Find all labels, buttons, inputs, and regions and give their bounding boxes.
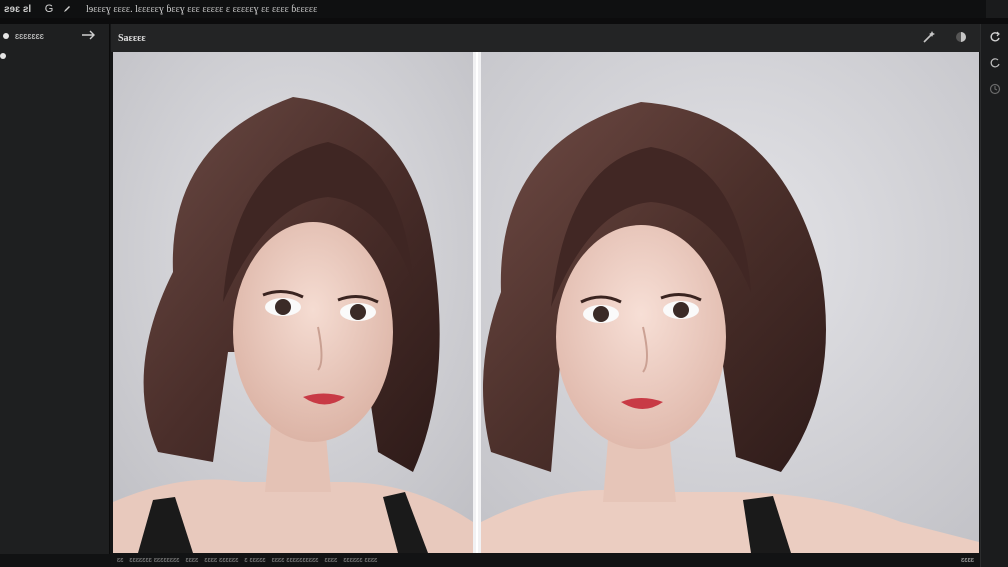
compare-divider-handle[interactable] — [473, 52, 481, 553]
refresh-icon[interactable] — [981, 24, 1008, 50]
clock-icon[interactable] — [981, 76, 1008, 102]
cycle-icon[interactable] — [981, 50, 1008, 76]
menu-icon[interactable]: G — [40, 3, 58, 15]
right-panel — [980, 24, 1008, 567]
status-bar: ɛɛ ɛɛɛɛɛɛɛ ɛɛɛɛɛɛɛɛ ɛɛɛɛ ɛɛɛɛ ɛɛɛɛɛɛ ɛ ɛ… — [111, 553, 980, 567]
canvas-title: Saɛɛɛɛ — [118, 32, 146, 44]
top-menu-bar: ƨɘɛ ƨl G lɘɛɛɛɣ ɛɛɛɛ. lɛɛɛɛɛɣ ɓɛɛɣ ɛɛɛ ɛ… — [0, 0, 1008, 18]
layer-dot-icon — [3, 33, 9, 39]
page-indicator[interactable]: ɛɛɛɛ — [961, 557, 974, 564]
document-title: lɘɛɛɛɣ ɛɛɛɛ. lɛɛɛɛɛɣ ɓɛɛɣ ɛɛɛ ɛɛɛɛɛ ɛ ɛɛ… — [86, 3, 318, 15]
canvas-tools — [922, 30, 968, 47]
split-icon[interactable] — [81, 29, 95, 43]
status-item: ɛɛɛɛɛɛɛ ɛɛɛɛɛɛɛɛ — [129, 556, 180, 564]
wand-icon[interactable] — [922, 30, 936, 47]
status-item: ɛɛɛɛɛɛ ɛɛɛɛ — [343, 556, 378, 564]
status-item: ɛɛ — [117, 556, 124, 564]
left-panel: ɛɛɛɛɛɛɛ — [0, 24, 110, 554]
window-corner — [986, 0, 1008, 18]
before-image — [113, 52, 473, 553]
after-image — [481, 52, 979, 553]
layer-row[interactable]: ɛɛɛɛɛɛɛ — [0, 24, 109, 48]
app-label[interactable]: ƨɘɛ ƨl — [0, 4, 40, 15]
status-item: ɛɛɛɛ — [324, 556, 338, 564]
status-item: ɛɛɛɛ ɛɛɛɛɛɛ — [204, 556, 239, 564]
pen-icon[interactable] — [58, 5, 76, 13]
layer-label: ɛɛɛɛɛɛɛ — [15, 31, 44, 41]
status-item: ɛɛɛɛ ɛɛɛɛɛɛɛɛɛɛ — [271, 556, 319, 564]
status-item: ɛ ɛɛɛɛɛ — [244, 556, 266, 564]
layer-row-2[interactable] — [0, 48, 109, 64]
contrast-icon[interactable] — [954, 30, 968, 47]
left-bottom-bar — [0, 554, 111, 567]
status-item: ɛɛɛɛ — [185, 556, 199, 564]
canvas-header: Saɛɛɛɛ — [111, 24, 980, 52]
layer-dot-icon-2 — [0, 53, 6, 59]
image-canvas[interactable] — [113, 52, 979, 553]
